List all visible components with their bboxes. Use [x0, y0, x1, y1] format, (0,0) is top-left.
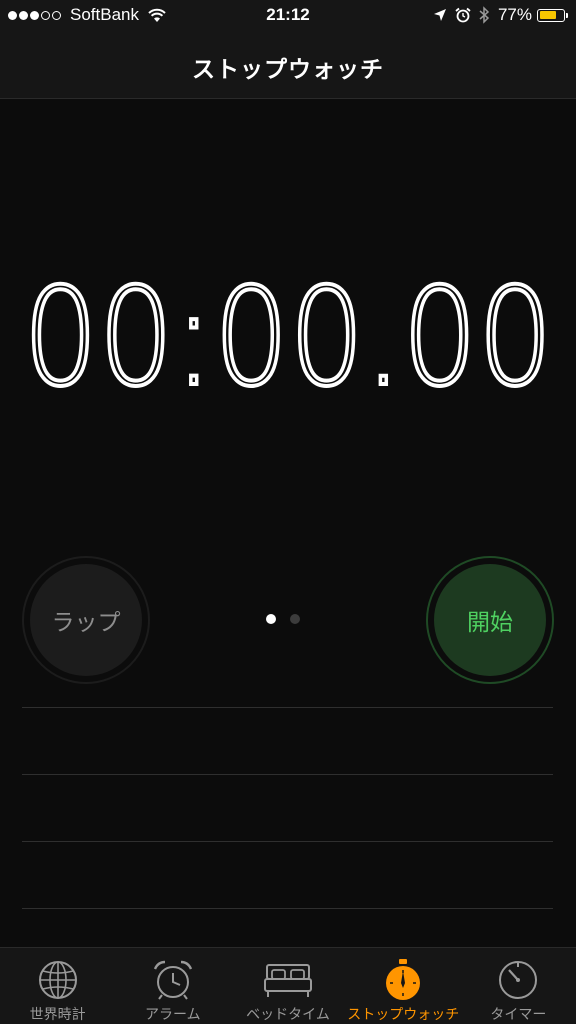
navigation-bar: ストップウォッチ — [0, 32, 576, 99]
stopwatch-icon — [382, 958, 424, 1002]
tab-world-clock[interactable]: 世界時計 — [0, 948, 115, 1024]
globe-icon — [38, 958, 78, 1002]
lap-button-label: ラップ — [30, 564, 142, 676]
page-indicator[interactable] — [266, 614, 314, 624]
stopwatch-screen: SoftBank 21:12 77% ストップウォッチ 00:00.00 ラップ… — [0, 0, 576, 1024]
tab-label: アラーム — [145, 1007, 201, 1023]
tab-label: 世界時計 — [29, 1007, 86, 1023]
lap-row-divider — [22, 841, 553, 842]
location-arrow-icon — [433, 9, 446, 21]
start-button[interactable]: 開始 — [426, 556, 554, 684]
battery-percent: 77% — [497, 5, 532, 24]
battery-level-fill — [539, 11, 557, 19]
timer-digits: 00:00.00 — [23, 262, 553, 412]
battery-cap — [566, 12, 568, 18]
tab-label: ストップウォッチ — [347, 1007, 460, 1023]
page-dot[interactable] — [290, 614, 300, 624]
tab-bar: 世界時計 アラーム ベッドタイム ストップウォッチ タイマー — [0, 947, 576, 1024]
status-bar: SoftBank 21:12 77% — [0, 0, 576, 32]
timer-icon — [497, 958, 539, 1002]
bluetooth-icon — [479, 6, 490, 24]
lap-row-divider — [22, 774, 553, 775]
lap-row-divider — [22, 908, 553, 909]
tab-timer[interactable]: タイマー — [461, 948, 576, 1024]
tab-alarm[interactable]: アラーム — [115, 948, 230, 1024]
tab-bedtime[interactable]: ベッドタイム — [230, 948, 345, 1024]
tab-label: タイマー — [490, 1007, 547, 1023]
lap-list — [22, 707, 553, 975]
lap-row-divider — [22, 707, 553, 708]
tab-stopwatch[interactable]: ストップウォッチ — [346, 948, 461, 1024]
status-right: 77% — [425, 5, 568, 25]
battery-icon — [537, 8, 565, 22]
alarm-clock-icon — [152, 958, 194, 1002]
bed-icon — [263, 958, 313, 1002]
tab-label: ベッドタイム — [246, 1007, 330, 1023]
page-dot[interactable] — [266, 614, 276, 624]
timer-display: 00:00.00 — [0, 262, 576, 412]
alarm-status-icon — [455, 7, 471, 23]
page-title: ストップウォッチ — [192, 57, 384, 83]
lap-button[interactable]: ラップ — [22, 556, 150, 684]
start-button-label: 開始 — [434, 564, 546, 676]
